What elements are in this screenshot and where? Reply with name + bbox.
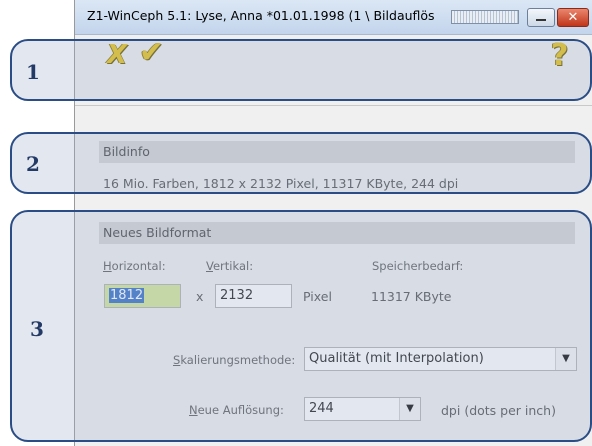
callout-number-2: 2 [26,152,40,176]
minimize-button[interactable] [527,8,555,27]
callout-box-3 [10,210,592,442]
close-button[interactable]: ✕ [557,8,589,27]
close-icon: ✕ [567,10,579,25]
title-bar-gadget [451,10,519,24]
window-title: Z1-WinCeph 5.1: Lyse, Anna *01.01.1998 (… [87,8,435,23]
minimize-icon [536,19,546,21]
callout-box-2 [10,132,592,194]
title-bar[interactable]: Z1-WinCeph 5.1: Lyse, Anna *01.01.1998 (… [75,0,592,35]
callout-number-1: 1 [26,60,40,84]
callout-box-1 [10,39,592,101]
callout-number-3: 3 [30,317,44,341]
